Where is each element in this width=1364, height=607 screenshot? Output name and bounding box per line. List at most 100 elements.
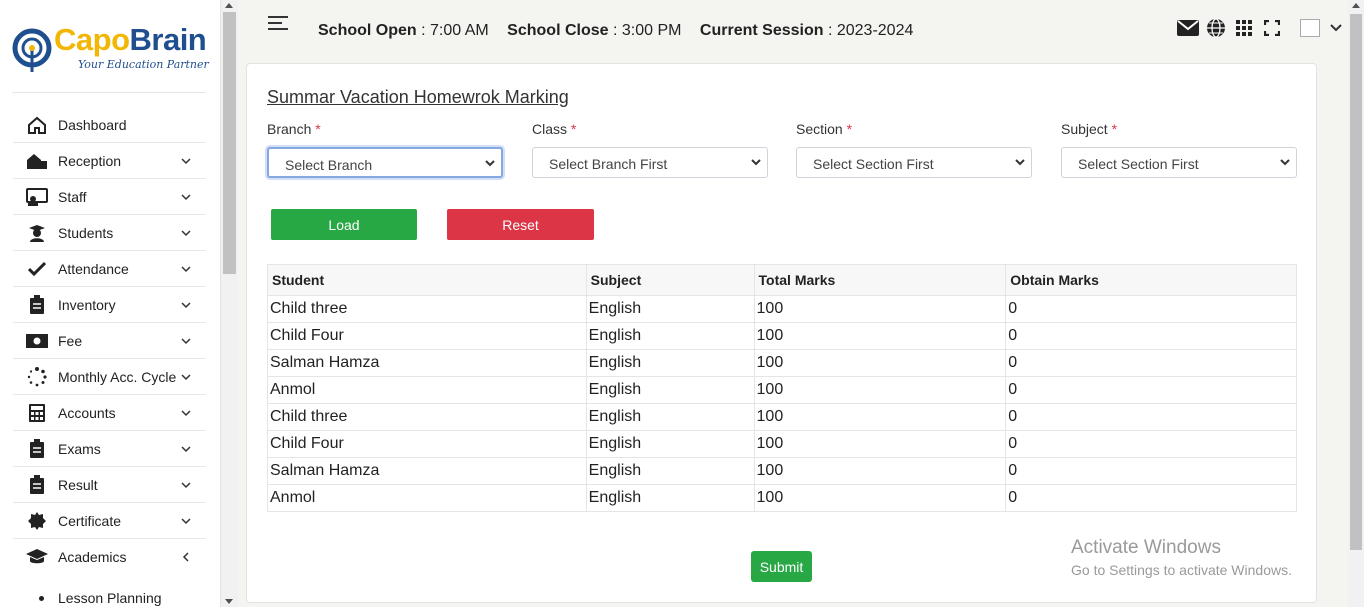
logo-mark-icon <box>12 28 52 72</box>
sidebar-item-dashboard[interactable]: Dashboard <box>13 107 206 143</box>
scroll-up-arrow-icon[interactable] <box>225 3 233 8</box>
table-cell: Child Four <box>267 322 587 350</box>
table-row: Child Four English 100 0 <box>267 322 1297 350</box>
sidebar-item-label: Accounts <box>58 404 116 421</box>
sidebar-item-label: Reception <box>58 152 122 169</box>
sidebar-item-monthly-acc-cycle[interactable]: Monthly Acc. Cycle <box>13 359 206 395</box>
table-cell: 100 <box>753 295 1007 323</box>
sidebar-item-label: Students <box>58 224 114 241</box>
globe-icon[interactable] <box>1204 17 1228 39</box>
table-cell[interactable]: 0 <box>1005 430 1297 458</box>
main-card: Summar Vacation Homewrok Marking Branch … <box>246 63 1317 603</box>
student-icon <box>26 223 48 243</box>
chevron-down-icon <box>180 190 192 202</box>
table-cell: 100 <box>753 349 1007 377</box>
certificate-icon <box>26 511 48 531</box>
scroll-down-arrow-icon[interactable] <box>225 599 233 604</box>
chevron-left-icon <box>180 550 192 562</box>
table-cell: 100 <box>753 376 1007 404</box>
sidebar-scrollbar[interactable] <box>221 0 238 607</box>
staff-icon <box>26 187 48 207</box>
sidebar-item-exams[interactable]: Exams <box>13 431 206 467</box>
table-cell[interactable]: 0 <box>1005 322 1297 350</box>
session-value: 2023-2024 <box>836 22 914 39</box>
chevron-down-icon <box>1015 159 1025 166</box>
sidebar-item-label: Dashboard <box>58 116 127 133</box>
subject-label: Subject * <box>1061 121 1118 137</box>
table-cell[interactable]: 0 <box>1005 457 1297 485</box>
table-cell[interactable]: 0 <box>1005 295 1297 323</box>
bullet-icon <box>39 595 44 601</box>
sidebar-item-certificate[interactable]: Certificate <box>13 503 206 539</box>
sidebar-item-label: Academics <box>58 549 127 565</box>
table-cell: Child three <box>267 295 587 323</box>
table-cell: 100 <box>753 484 1007 512</box>
windows-activation-watermark: Activate Windows Go to Settings to activ… <box>1071 537 1292 578</box>
submit-button[interactable]: Submit <box>751 551 812 582</box>
fullscreen-icon[interactable] <box>1260 17 1284 39</box>
subject-select[interactable]: Select Section First <box>1061 147 1297 178</box>
sidebar-item-result[interactable]: Result <box>13 467 206 503</box>
column-header: Total Marks <box>753 264 1007 296</box>
envelope-icon[interactable] <box>1176 17 1200 39</box>
school-info: School Open : 7:00 AM School Close : 3:0… <box>318 22 914 39</box>
section-label: Section * <box>796 121 853 137</box>
scrollbar-thumb[interactable] <box>223 12 236 274</box>
table-cell: English <box>585 457 755 485</box>
hamburger-menu-icon[interactable] <box>268 16 288 32</box>
table-cell: Child three <box>267 403 587 431</box>
sidebar-item-accounts[interactable]: Accounts <box>13 395 206 431</box>
chevron-down-icon[interactable] <box>1330 24 1342 32</box>
page-scrollbar[interactable] <box>1348 0 1364 607</box>
branch-select[interactable]: Select Branch <box>267 147 503 178</box>
table-cell: 100 <box>753 322 1007 350</box>
table-row: Anmol English 100 0 <box>267 376 1297 404</box>
grid-icon[interactable] <box>1232 17 1256 39</box>
chevron-down-icon <box>180 442 192 454</box>
table-row: Child Four English 100 0 <box>267 430 1297 458</box>
column-header: Subject <box>585 264 755 296</box>
class-field: Class * Select Branch First <box>532 121 768 178</box>
sidebar-menu: Dashboard Reception Staff Students Attendanc… <box>13 107 206 607</box>
sidebar-item-label: Fee <box>58 332 83 349</box>
class-label: Class * <box>532 121 577 137</box>
clipboard-icon <box>26 439 48 459</box>
table-cell[interactable]: 0 <box>1005 484 1297 512</box>
brand-logo[interactable]: CapoBrain Your Education Partner <box>12 22 212 82</box>
table-cell: Anmol <box>267 484 587 512</box>
class-select[interactable]: Select Branch First <box>532 147 768 178</box>
scroll-up-arrow-icon[interactable] <box>1352 3 1360 8</box>
top-header: School Open : 7:00 AM School Close : 3:0… <box>238 0 1348 60</box>
spinner-icon <box>26 366 48 387</box>
table-cell[interactable]: 0 <box>1005 403 1297 431</box>
section-field: Section * Select Section First <box>796 121 1032 178</box>
sidebar-item-inventory[interactable]: Inventory <box>13 287 206 323</box>
section-select[interactable]: Select Section First <box>796 147 1032 178</box>
load-button[interactable]: Load <box>271 209 417 240</box>
branch-label: Branch * <box>267 121 321 137</box>
table-cell[interactable]: 0 <box>1005 376 1297 404</box>
open-value: 7:00 AM <box>430 22 489 39</box>
chevron-down-icon <box>180 154 192 166</box>
table-row: Anmol English 100 0 <box>267 484 1297 512</box>
sidebar-divider <box>12 92 206 93</box>
sidebar-subitem-lesson-planning[interactable]: Lesson Planning <box>13 583 206 607</box>
sidebar-item-fee[interactable]: Fee <box>13 323 206 359</box>
table-cell[interactable]: 0 <box>1005 349 1297 377</box>
chevron-down-icon <box>180 514 192 526</box>
sidebar-item-attendance[interactable]: Attendance <box>13 251 206 287</box>
table-row: Child three English 100 0 <box>267 295 1297 323</box>
chevron-down-icon <box>1280 159 1290 166</box>
sidebar-item-academics[interactable]: Academics <box>13 539 206 575</box>
table-cell: English <box>585 484 755 512</box>
sidebar-item-students[interactable]: Students <box>13 215 206 251</box>
table-cell: Child Four <box>267 430 587 458</box>
sidebar-item-staff[interactable]: Staff <box>13 179 206 215</box>
avatar[interactable] <box>1300 19 1320 37</box>
sidebar-item-reception[interactable]: Reception <box>13 143 206 179</box>
chevron-down-icon <box>485 160 495 167</box>
close-value: 3:00 PM <box>621 22 682 39</box>
scrollbar-thumb[interactable] <box>1350 14 1362 550</box>
sidebar: CapoBrain Your Education Partner Dashboa… <box>0 0 221 607</box>
reset-button[interactable]: Reset <box>447 209 594 240</box>
